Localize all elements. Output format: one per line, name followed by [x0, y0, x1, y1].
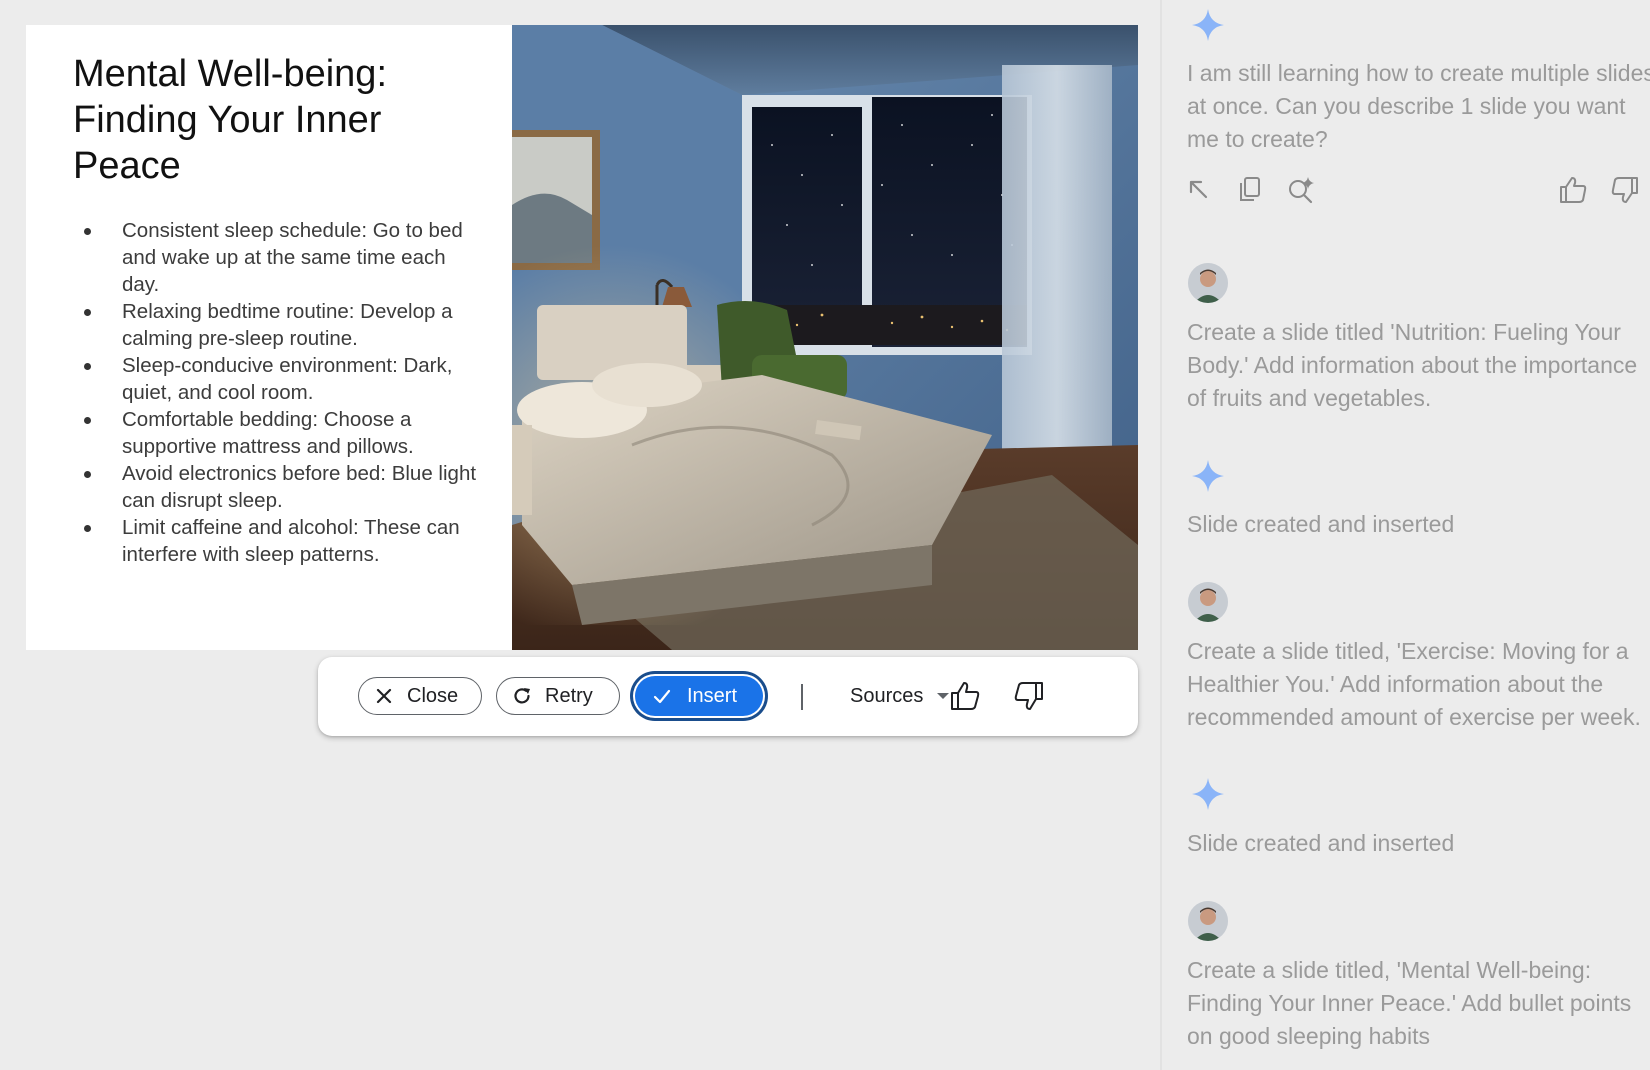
action-toolbar: Close Retry Insert Sources [318, 657, 1138, 736]
sources-label: Sources [850, 684, 924, 707]
slide-title: Mental Well-being: Finding Your Inner Pe… [73, 53, 388, 187]
bullet-list: Consistent sleep schedule: Go to bed and… [73, 217, 482, 568]
sparkle-icon [1192, 460, 1224, 492]
slide-text-area: Mental Well-being: Finding Your Inner Pe… [26, 25, 512, 650]
bullet-item: Comfortable bedding: Choose a supportive… [73, 406, 482, 460]
chat-panel: I am still learning how to create multip… [1162, 0, 1650, 1070]
close-button[interactable]: Close [358, 677, 482, 715]
close-icon [373, 685, 395, 707]
thumb-down-icon[interactable] [1012, 679, 1046, 713]
user-message: Create a slide titled, 'Exercise: Moving… [1187, 638, 1641, 730]
avatar [1188, 582, 1228, 622]
user-message: Create a slide titled 'Nutrition: Fuelin… [1187, 319, 1638, 411]
assistant-message: I am still learning how to create multip… [1187, 60, 1650, 152]
insert-button[interactable]: Insert [630, 671, 768, 721]
bullet-item: Limit caffeine and alcohol: These can in… [73, 514, 482, 568]
copy-icon[interactable] [1235, 175, 1265, 205]
thumb-up-icon[interactable] [1558, 175, 1588, 205]
expand-icon[interactable] [1184, 175, 1214, 205]
slide-preview: Mental Well-being: Finding Your Inner Pe… [26, 25, 1138, 650]
retry-button[interactable]: Retry [496, 677, 620, 715]
insert-label: Insert [687, 684, 738, 707]
close-label: Close [407, 684, 459, 707]
insert-button-fill: Insert [635, 676, 763, 716]
check-icon [651, 685, 673, 707]
refine-icon[interactable] [1286, 175, 1316, 205]
bullet-item: Consistent sleep schedule: Go to bed and… [73, 217, 482, 298]
thumb-down-icon[interactable] [1610, 175, 1640, 205]
toolbar-divider [801, 684, 803, 710]
avatar [1188, 263, 1228, 303]
bedroom-night-image [512, 25, 1138, 650]
refresh-icon [511, 685, 533, 707]
bullet-item: Avoid electronics before bed: Blue light… [73, 460, 482, 514]
retry-label: Retry [545, 684, 593, 707]
sparkle-icon [1192, 9, 1224, 41]
sparkle-icon [1192, 778, 1224, 810]
assistant-message: Slide created and inserted [1187, 830, 1455, 856]
user-message: Create a slide titled, 'Mental Well-bein… [1187, 957, 1632, 1049]
thumb-up-icon[interactable] [948, 679, 982, 713]
assistant-message: Slide created and inserted [1187, 511, 1455, 537]
avatar [1188, 901, 1228, 941]
sources-dropdown[interactable]: Sources [850, 683, 950, 709]
bullet-item: Relaxing bedtime routine: Develop a calm… [73, 298, 482, 352]
bullet-item: Sleep-conducive environment: Dark, quiet… [73, 352, 482, 406]
